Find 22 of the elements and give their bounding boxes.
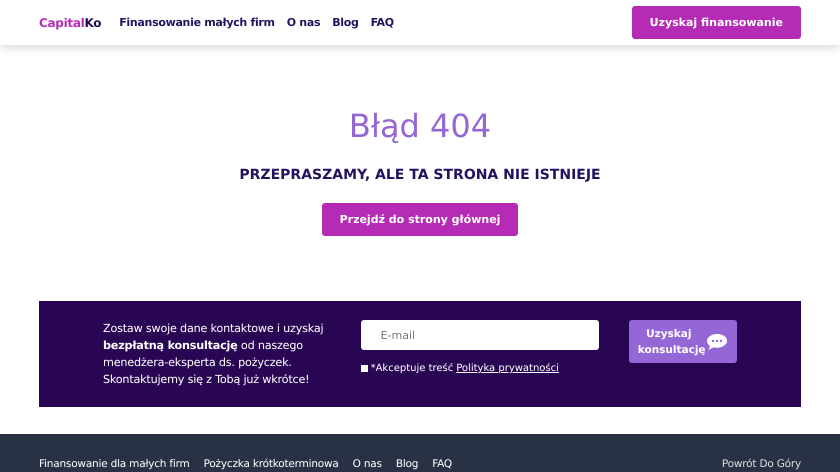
error-message: PRZEPRASZAMY, ALE TA STRONA NIE ISTNIEJE [239, 167, 601, 183]
chat-bubble-icon [706, 332, 728, 350]
consent-checkbox[interactable] [360, 365, 368, 372]
financing-button[interactable]: Uzyskaj finansowanie [632, 6, 801, 39]
footer-link[interactable]: Blog [396, 458, 418, 470]
consultation-button[interactable]: Uzyskaj konsultację [628, 320, 737, 363]
footer-link[interactable]: FAQ [432, 458, 452, 470]
privacy-link[interactable]: Polityka prywatności [456, 363, 559, 374]
footer-link[interactable]: O nas [352, 458, 382, 470]
logo[interactable]: CapitalKo [39, 16, 102, 30]
footer-link[interactable]: Finansowanie dla małych firm [39, 458, 190, 470]
email-field[interactable]: E-mail [360, 320, 599, 350]
nav-link[interactable]: Finansowanie małych firm [119, 16, 275, 29]
back-to-top-link[interactable]: Powrót Do Góry [722, 458, 801, 470]
consent-label: *Akceptuje treść [370, 363, 454, 374]
nav-link[interactable]: FAQ [370, 16, 394, 29]
error-title: Błąd 404 [348, 107, 492, 145]
footer-link[interactable]: Pożyczka krótkoterminowa [204, 458, 339, 470]
nav-link[interactable]: Blog [332, 16, 359, 29]
home-button[interactable]: Przejdź do strony głównej [322, 203, 518, 236]
nav-link[interactable]: O nas [286, 16, 320, 29]
consultation-text: Zostaw swoje dane kontaktowe i uzyskaj bezpłatną konsultację od naszego menedżera-eksperta ds. pożyczek. Skontaktujemy się z Tobą już wkrótce! [103, 321, 324, 388]
